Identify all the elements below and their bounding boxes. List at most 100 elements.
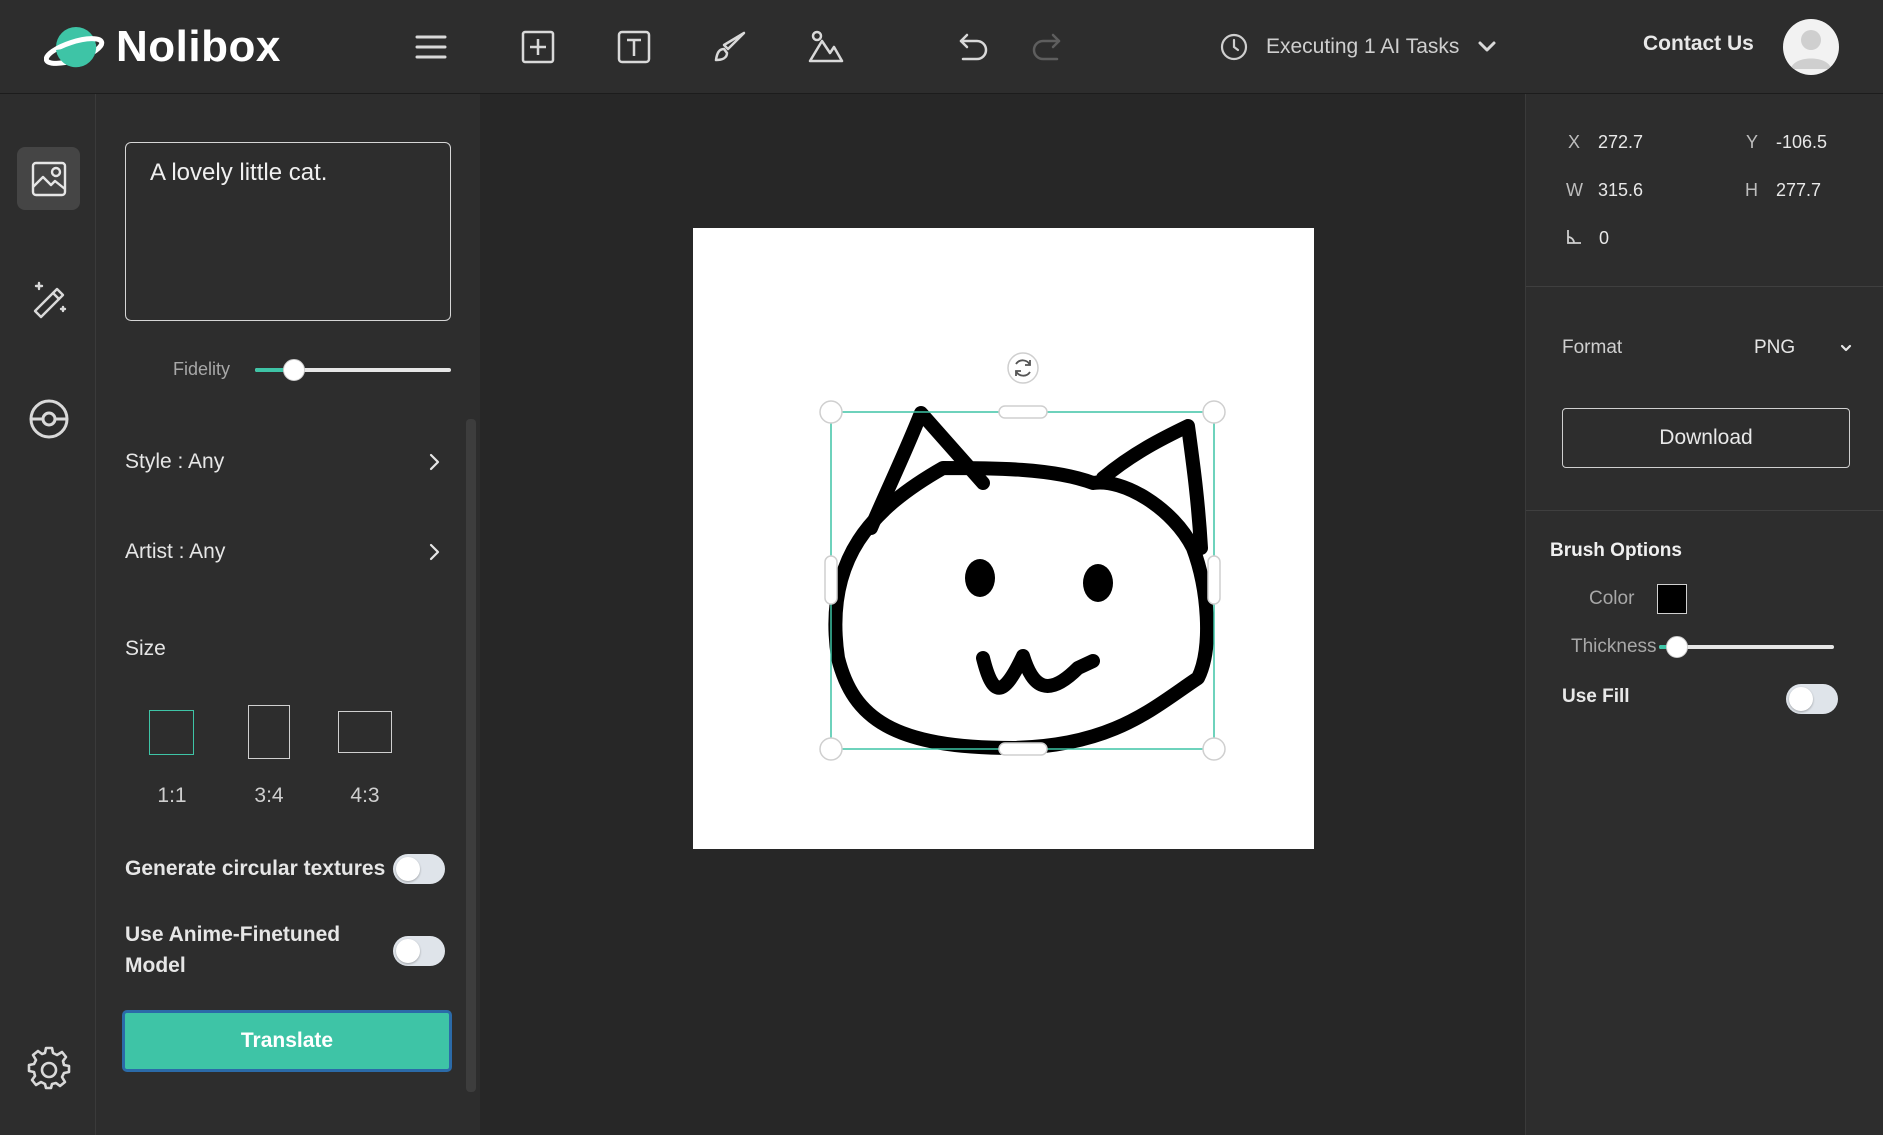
circular-textures-toggle[interactable] — [393, 854, 445, 884]
format-label: Format — [1562, 337, 1623, 358]
size-label: Size — [125, 637, 166, 660]
rail-item-image-settings[interactable] — [17, 147, 80, 210]
text-box-icon — [617, 30, 651, 64]
prompt-textarea[interactable]: A lovely little cat. — [125, 142, 451, 321]
anime-model-toggle[interactable] — [393, 936, 445, 966]
gear-icon — [27, 1046, 70, 1089]
angle-icon — [1567, 230, 1581, 244]
brush-color-swatch[interactable] — [1657, 584, 1687, 614]
w-value[interactable]: 315.6 — [1598, 180, 1643, 201]
anime-model-label-line1: Use Anime-Finetuned — [125, 923, 341, 946]
circular-textures-label: Generate circular textures — [125, 857, 386, 880]
top-bar: Nolibox Executing 1 AI Tasks Contact Us — [0, 0, 1883, 94]
app-name: Nolibox — [116, 22, 281, 71]
rotate-handle[interactable] — [1007, 352, 1039, 384]
translate-button[interactable]: Translate — [122, 1010, 452, 1072]
anime-model-label: Use Anime-Finetuned Model — [125, 919, 340, 981]
format-select[interactable]: PNG — [1754, 334, 1854, 362]
fidelity-slider[interactable] — [255, 359, 451, 381]
download-button[interactable]: Download — [1562, 408, 1850, 468]
anime-model-label-line2: Model — [125, 954, 186, 977]
w-key: W — [1566, 180, 1583, 200]
artist-label: Artist : Any — [125, 540, 226, 563]
x-value[interactable]: 272.7 — [1598, 132, 1643, 153]
user-avatar[interactable] — [1783, 19, 1839, 75]
clock-icon — [1220, 33, 1248, 61]
target-icon — [29, 399, 68, 438]
section-divider — [1526, 286, 1883, 287]
section-divider — [1526, 510, 1883, 511]
thickness-slider-handle[interactable] — [1665, 636, 1688, 658]
artboard[interactable] — [693, 228, 1314, 849]
properties-panel: X 272.7 Y -106.5 W 315.6 H 277.7 0 Forma… — [1525, 94, 1883, 1135]
h-key: H — [1745, 180, 1758, 200]
resize-handle-top[interactable] — [998, 405, 1048, 419]
thickness-label: Thickness — [1571, 636, 1657, 657]
redo-icon — [1032, 33, 1061, 61]
menu-button[interactable] — [408, 24, 454, 70]
resize-handle-left[interactable] — [824, 555, 838, 605]
toggle-knob — [396, 939, 420, 963]
undo-icon — [959, 33, 988, 61]
resize-handle-right[interactable] — [1207, 555, 1221, 605]
add-text-button[interactable] — [611, 24, 657, 70]
add-box-icon — [521, 30, 555, 64]
ratio-4-3-option[interactable] — [338, 711, 392, 753]
y-value[interactable]: -106.5 — [1776, 132, 1827, 153]
resize-handle-bottom-left[interactable] — [819, 737, 843, 761]
chevron-down-icon — [1840, 344, 1852, 352]
tasks-label: Executing 1 AI Tasks — [1266, 35, 1460, 58]
use-fill-toggle[interactable] — [1786, 684, 1838, 714]
cat-right-eye — [1083, 564, 1113, 602]
image-icon — [808, 30, 844, 63]
chevron-down-icon — [1478, 41, 1496, 52]
cat-drawing[interactable] — [693, 228, 1314, 849]
fidelity-label: Fidelity — [173, 359, 231, 379]
x-key: X — [1568, 132, 1581, 152]
panel-scrollbar[interactable] — [466, 419, 476, 1092]
add-shape-button[interactable] — [515, 24, 561, 70]
style-label: Style : Any — [125, 450, 225, 473]
rail-item-target[interactable] — [17, 387, 80, 450]
tool-rail — [0, 94, 96, 1135]
style-selector[interactable]: Style : Any — [125, 442, 445, 482]
cat-left-eye — [965, 559, 995, 597]
use-fill-label: Use Fill — [1562, 686, 1630, 707]
app-logo[interactable]: Nolibox — [44, 20, 281, 74]
planet-logo-icon — [44, 27, 105, 68]
fidelity-slider-handle[interactable] — [283, 359, 306, 381]
ratio-4-3-label: 4:3 — [350, 784, 380, 807]
add-image-button[interactable] — [803, 24, 849, 70]
toggle-knob — [1789, 687, 1813, 711]
chevron-right-icon — [429, 453, 440, 471]
toggle-knob — [396, 857, 420, 881]
y-key: Y — [1746, 132, 1759, 152]
rail-item-settings[interactable] — [17, 1036, 80, 1099]
brush-icon — [714, 31, 746, 62]
brush-tool-button[interactable] — [707, 24, 753, 70]
h-value[interactable]: 277.7 — [1776, 180, 1821, 201]
redo-button[interactable] — [1026, 24, 1072, 70]
thickness-slider[interactable] — [1659, 636, 1834, 658]
brush-color-label: Color — [1589, 588, 1635, 609]
resize-handle-bottom[interactable] — [998, 742, 1048, 756]
format-value: PNG — [1754, 337, 1796, 358]
brush-options-title: Brush Options — [1550, 540, 1682, 561]
resize-handle-bottom-right[interactable] — [1202, 737, 1226, 761]
user-avatar-icon — [1791, 30, 1831, 69]
ratio-1-1-option[interactable] — [149, 710, 194, 755]
resize-handle-top-right[interactable] — [1202, 400, 1226, 424]
ratio-3-4-option[interactable] — [248, 705, 290, 759]
rail-item-magic-wand[interactable] — [17, 267, 80, 330]
angle-value[interactable]: 0 — [1599, 228, 1609, 249]
ai-tasks-dropdown[interactable]: Executing 1 AI Tasks — [1218, 24, 1499, 70]
chevron-right-icon — [429, 543, 440, 561]
menu-icon — [415, 35, 447, 59]
contact-us-link[interactable]: Contact Us — [1643, 32, 1754, 56]
resize-handle-top-left[interactable] — [819, 400, 843, 424]
ratio-1-1-label: 1:1 — [157, 784, 187, 807]
undo-button[interactable] — [948, 24, 994, 70]
artist-selector[interactable]: Artist : Any — [125, 532, 445, 572]
magic-wand-icon — [33, 281, 66, 318]
image-settings-icon — [31, 161, 66, 196]
